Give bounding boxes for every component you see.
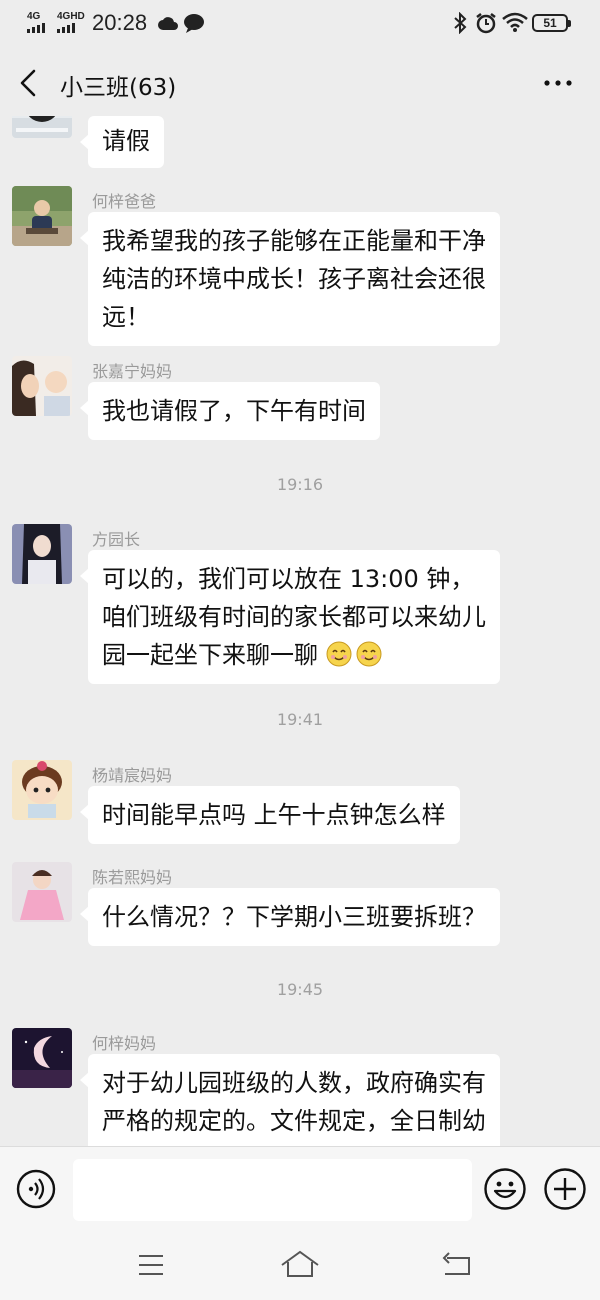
message-text: 对于幼儿园班级的人数，政府确实有严格的规定的。文件规定，全日制幼儿园的小班、中班…	[102, 1069, 486, 1146]
avatar[interactable]	[12, 116, 72, 138]
message-text: 我希望我的孩子能够在正能量和干净纯洁的环境中成长！孩子离社会还很远！	[102, 227, 486, 331]
sender-name: 何梓爸爸	[92, 192, 157, 211]
avatar[interactable]	[12, 186, 72, 246]
avatar[interactable]	[12, 356, 72, 416]
smile-emoji-icon	[356, 641, 382, 667]
sender-name: 陈若熙妈妈	[92, 868, 173, 887]
wifi-icon	[502, 12, 528, 32]
message-bubble[interactable]: 时间能早点吗 上午十点钟怎么样	[80, 786, 460, 844]
voice-icon[interactable]	[16, 1169, 56, 1209]
plus-icon[interactable]	[543, 1167, 587, 1211]
chat-area[interactable]: 请假 何梓爸爸 我希望我的孩子能够在正能量和干净纯洁的环境中成长！孩子离社会还很…	[0, 116, 600, 1146]
avatar[interactable]	[12, 1028, 72, 1088]
message-bubble[interactable]: 可以的，我们可以放在 13:00 钟，咱们班级有时间的家长都可以来幼儿园一起坐下…	[80, 550, 500, 684]
timestamp: 19:45	[276, 980, 324, 999]
more-dots-icon[interactable]	[540, 68, 576, 98]
alarm-icon	[476, 13, 496, 34]
sender-name: 何梓妈妈	[92, 1034, 157, 1053]
sender-name: 方园长	[92, 530, 141, 549]
battery-icon: 51	[532, 14, 571, 32]
message-bubble[interactable]: 对于幼儿园班级的人数，政府确实有严格的规定的。文件规定，全日制幼儿园的小班、中班…	[80, 1054, 500, 1146]
timestamp: 19:41	[276, 710, 324, 729]
menu-icon[interactable]	[131, 1248, 171, 1282]
navigation-bar	[0, 1230, 600, 1300]
cloud-icon	[158, 17, 178, 30]
sender-name: 杨靖宸妈妈	[92, 766, 173, 785]
message-bubble[interactable]: 请假	[80, 116, 164, 168]
avatar[interactable]	[12, 760, 72, 820]
signal-2-label: 4GHD	[57, 11, 85, 22]
status-time: 20:28	[92, 10, 148, 35]
status-bar: 4G 4GHD 20:28 51	[0, 0, 600, 48]
chat-title: 小三班(63)	[60, 75, 177, 101]
message-text: 可以的，我们可以放在 13:00 钟，咱们班级有时间的家长都可以来幼儿园一起坐下…	[102, 565, 486, 669]
message-bubble[interactable]: 什么情况？？下学期小三班要拆班？	[80, 888, 500, 946]
chat-header: 小三班(63)	[0, 48, 600, 118]
message-bubble[interactable]: 我也请假了，下午有时间	[80, 382, 380, 440]
avatar[interactable]	[12, 524, 72, 584]
back-nav-icon[interactable]	[437, 1248, 477, 1282]
signal-1-icon: 4G	[27, 12, 45, 33]
message-text: 时间能早点吗 上午十点钟怎么样	[102, 801, 446, 829]
message-text: 我也请假了，下午有时间	[102, 397, 366, 425]
sender-name: 张嘉宁妈妈	[92, 362, 173, 381]
message-text: 什么情况？？下学期小三班要拆班？	[102, 903, 486, 931]
signal-1-label: 4G	[27, 11, 41, 22]
signal-2-icon: 4GHD	[57, 12, 85, 33]
emoji-icon[interactable]	[483, 1167, 527, 1211]
smile-emoji-icon	[326, 641, 352, 667]
message-bubble[interactable]: 我希望我的孩子能够在正能量和干净纯洁的环境中成长！孩子离社会还很远！	[80, 212, 500, 346]
back-arrow-icon[interactable]	[14, 68, 44, 98]
message-input[interactable]	[73, 1159, 472, 1221]
message-text: 请假	[102, 127, 150, 155]
message-icon	[184, 14, 204, 33]
input-bar	[0, 1146, 600, 1231]
home-icon[interactable]	[280, 1248, 320, 1282]
bluetooth-icon	[454, 12, 467, 34]
avatar[interactable]	[12, 862, 72, 922]
timestamp: 19:16	[276, 475, 324, 494]
